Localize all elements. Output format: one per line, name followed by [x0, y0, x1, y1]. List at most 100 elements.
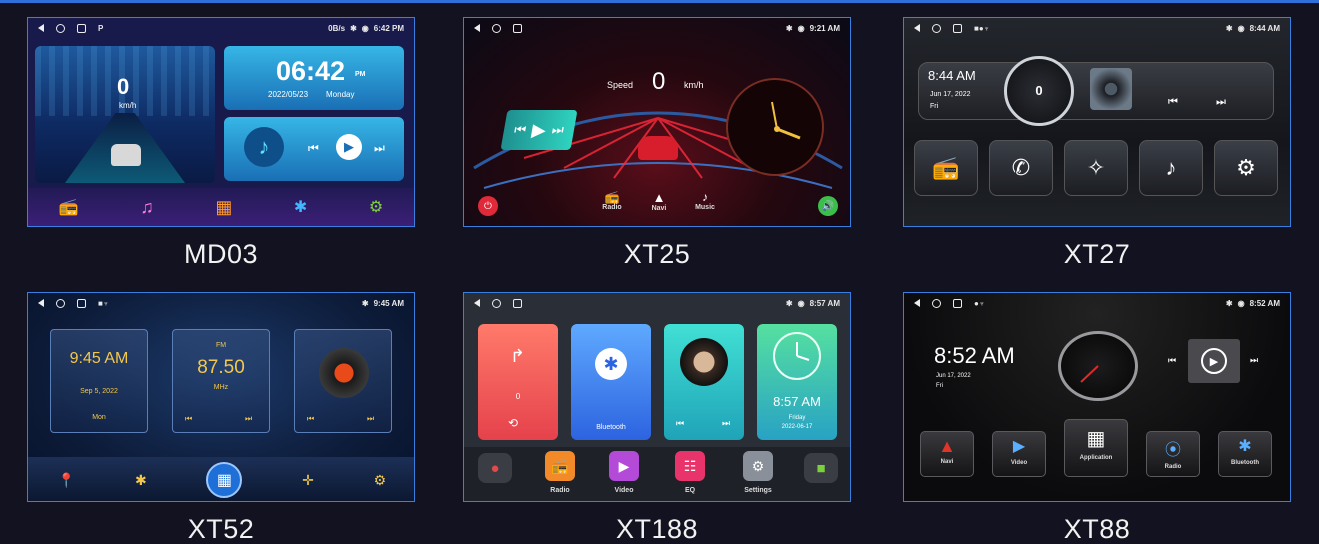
- music-icon[interactable]: ♫: [140, 197, 154, 218]
- dock-item-video[interactable]: ▶ Video: [606, 451, 642, 494]
- home-icon[interactable]: [56, 298, 65, 308]
- radio-band: FM: [215, 342, 227, 349]
- previous-track-icon[interactable]: ⏮: [676, 418, 684, 429]
- apps-grid-icon[interactable]: ▦: [206, 462, 243, 498]
- dock-item-radio[interactable]: 📻 Radio: [597, 190, 627, 211]
- clock-hands: [796, 342, 810, 361]
- dock-item-eq[interactable]: ☷ EQ: [672, 451, 708, 494]
- clock-card[interactable]: 06:42 PM 2022/05/23 Monday: [224, 46, 404, 110]
- model-label: XT188: [615, 514, 699, 544]
- previous-track-icon[interactable]: ⏮: [1168, 355, 1176, 366]
- seek-back-icon[interactable]: ⏮: [185, 414, 192, 424]
- radio-tile[interactable]: 📻: [914, 140, 978, 196]
- apps-grid-icon[interactable]: ▦: [215, 197, 232, 218]
- tile-bluetooth[interactable]: ✱ Bluetooth: [1218, 431, 1272, 477]
- bluetooth-icon[interactable]: ✱: [135, 472, 147, 489]
- speedometer: 0: [1004, 56, 1074, 126]
- home-icon[interactable]: [56, 23, 65, 33]
- screen-preview: ✱ ◉ 9:21 AM Speed 0 km/h ⏮ ▶ ⏭ ⏻ 🔊 📻 Rad…: [463, 17, 851, 227]
- navigation-tile[interactable]: ✧: [1064, 140, 1128, 196]
- dock-item-radio[interactable]: 📻 Radio: [542, 451, 578, 494]
- android-auto-icon[interactable]: ■: [804, 453, 838, 483]
- status-time: 9:45 AM: [373, 298, 404, 308]
- screen-preview: ●♆ ✱ ◉ 8:52 AM 8:52 AM Jun 17, 2022 Fri …: [903, 292, 1291, 502]
- recents-icon[interactable]: [953, 298, 962, 308]
- bluetooth-icon[interactable]: ✱: [294, 197, 307, 217]
- home-icon[interactable]: [932, 298, 941, 308]
- play-button[interactable]: ▶: [1188, 339, 1240, 383]
- navigation-arrow-icon: ▲: [938, 436, 956, 456]
- settings-gear-icon[interactable]: ⚙: [374, 472, 387, 489]
- clock-card[interactable]: 9:45 AM Sep 5, 2022 Mon: [50, 329, 148, 433]
- next-track-icon[interactable]: ⏭: [722, 418, 730, 429]
- settings-gear-icon: ⚙: [743, 451, 773, 481]
- back-icon[interactable]: [914, 299, 920, 307]
- next-track-icon[interactable]: ⏭: [551, 122, 565, 138]
- clock-card[interactable]: 8:57 AM Friday 2022-06-17: [757, 324, 837, 440]
- speed-value: 0: [1035, 83, 1043, 98]
- media-widget[interactable]: ⏮ ▶ ⏭: [500, 110, 578, 150]
- music-card[interactable]: ♪ ⏮ ▶ ⏭: [224, 117, 404, 181]
- location-pin-icon[interactable]: 📍: [58, 472, 75, 489]
- settings-tile[interactable]: ⚙: [1214, 140, 1278, 196]
- model-label: XT52: [187, 514, 255, 544]
- status-time: 8:57 AM: [809, 298, 840, 308]
- product-card-xt27: ■●♆ ✱ ◉ 8:44 AM 8:44 AM Jun 17, 2022 Fri…: [903, 17, 1291, 269]
- back-icon[interactable]: [914, 24, 920, 32]
- next-track-icon[interactable]: ⏭: [1250, 355, 1258, 366]
- clock-date: 2022-06-17: [781, 424, 813, 430]
- previous-track-icon[interactable]: ⏮: [513, 122, 527, 138]
- play-icon[interactable]: ▶: [530, 120, 547, 141]
- next-track-icon[interactable]: ⏭: [1216, 96, 1226, 109]
- clock-day: Mon: [92, 414, 106, 421]
- apple-carplay-icon[interactable]: ●: [478, 453, 512, 483]
- phone-tile[interactable]: ✆: [989, 140, 1053, 196]
- music-card[interactable]: ⏮ ⏭: [664, 324, 744, 440]
- analog-clock[interactable]: [726, 78, 824, 176]
- back-icon[interactable]: [474, 299, 480, 307]
- tile-navi[interactable]: ▲ Navi: [920, 431, 974, 477]
- back-icon[interactable]: [38, 299, 44, 307]
- settings-gear-icon[interactable]: ⚙: [369, 197, 383, 217]
- volume-icon[interactable]: 🔊: [818, 196, 838, 216]
- next-track-icon[interactable]: ⏭: [374, 141, 385, 156]
- home-icon[interactable]: [932, 23, 941, 33]
- product-card-xt88: ●♆ ✱ ◉ 8:52 AM 8:52 AM Jun 17, 2022 Fri …: [903, 292, 1291, 544]
- bluetooth-label: Bluetooth: [596, 424, 626, 431]
- music-card[interactable]: ⏮ ⏭: [294, 329, 392, 433]
- navigation-card[interactable]: ↱ 0 ⟲: [478, 324, 558, 440]
- dock-item-navi[interactable]: ▲ Navi: [644, 190, 674, 212]
- previous-track-icon[interactable]: ⏮: [1168, 96, 1178, 109]
- recents-icon[interactable]: [513, 298, 522, 308]
- back-icon[interactable]: [38, 24, 44, 32]
- recents-icon[interactable]: [953, 23, 962, 33]
- power-icon[interactable]: ⏻: [478, 196, 498, 216]
- bluetooth-card[interactable]: ✱ Bluetooth: [571, 324, 651, 440]
- clock-hands: [771, 101, 801, 140]
- tile-application[interactable]: ▦ Application: [1064, 419, 1128, 477]
- next-track-icon[interactable]: ⏭: [367, 414, 374, 424]
- clock-time: 9:45 AM: [69, 350, 129, 367]
- location-icon: ◉: [1237, 23, 1245, 33]
- dock-item-music[interactable]: ♪ Music: [690, 190, 720, 211]
- tile-video[interactable]: ▶ Video: [992, 431, 1046, 477]
- radio-icon: 📻: [932, 155, 960, 180]
- home-icon[interactable]: [492, 298, 501, 308]
- previous-track-icon[interactable]: ⏮: [307, 414, 314, 424]
- music-tile[interactable]: ♪: [1139, 140, 1203, 196]
- speed-unit: km/h: [119, 101, 137, 110]
- speed-value: 0: [117, 74, 130, 99]
- recents-icon[interactable]: [77, 23, 86, 33]
- seek-forward-icon[interactable]: ⏭: [245, 414, 252, 424]
- tile-radio[interactable]: ⦿ Radio: [1146, 431, 1200, 477]
- dock-item-settings[interactable]: ⚙ Settings: [738, 451, 778, 494]
- play-button[interactable]: ▶: [336, 134, 362, 160]
- radio-card[interactable]: FM 87.50 MHz ⏮ ⏭: [172, 329, 270, 433]
- radio-icon[interactable]: 📻: [59, 197, 79, 217]
- previous-track-icon[interactable]: ⏮: [308, 141, 319, 156]
- steering-wheel-icon[interactable]: ✛: [302, 472, 314, 489]
- location-icon: ◉: [797, 298, 805, 308]
- apps-grid-icon: ▦: [1086, 428, 1106, 450]
- product-card-xt188: ✱ ◉ 8:57 AM ↱ 0 ⟲ ✱ Bluetooth ⏮ ⏭ 8:57 A…: [463, 292, 851, 544]
- recents-icon[interactable]: [77, 298, 86, 308]
